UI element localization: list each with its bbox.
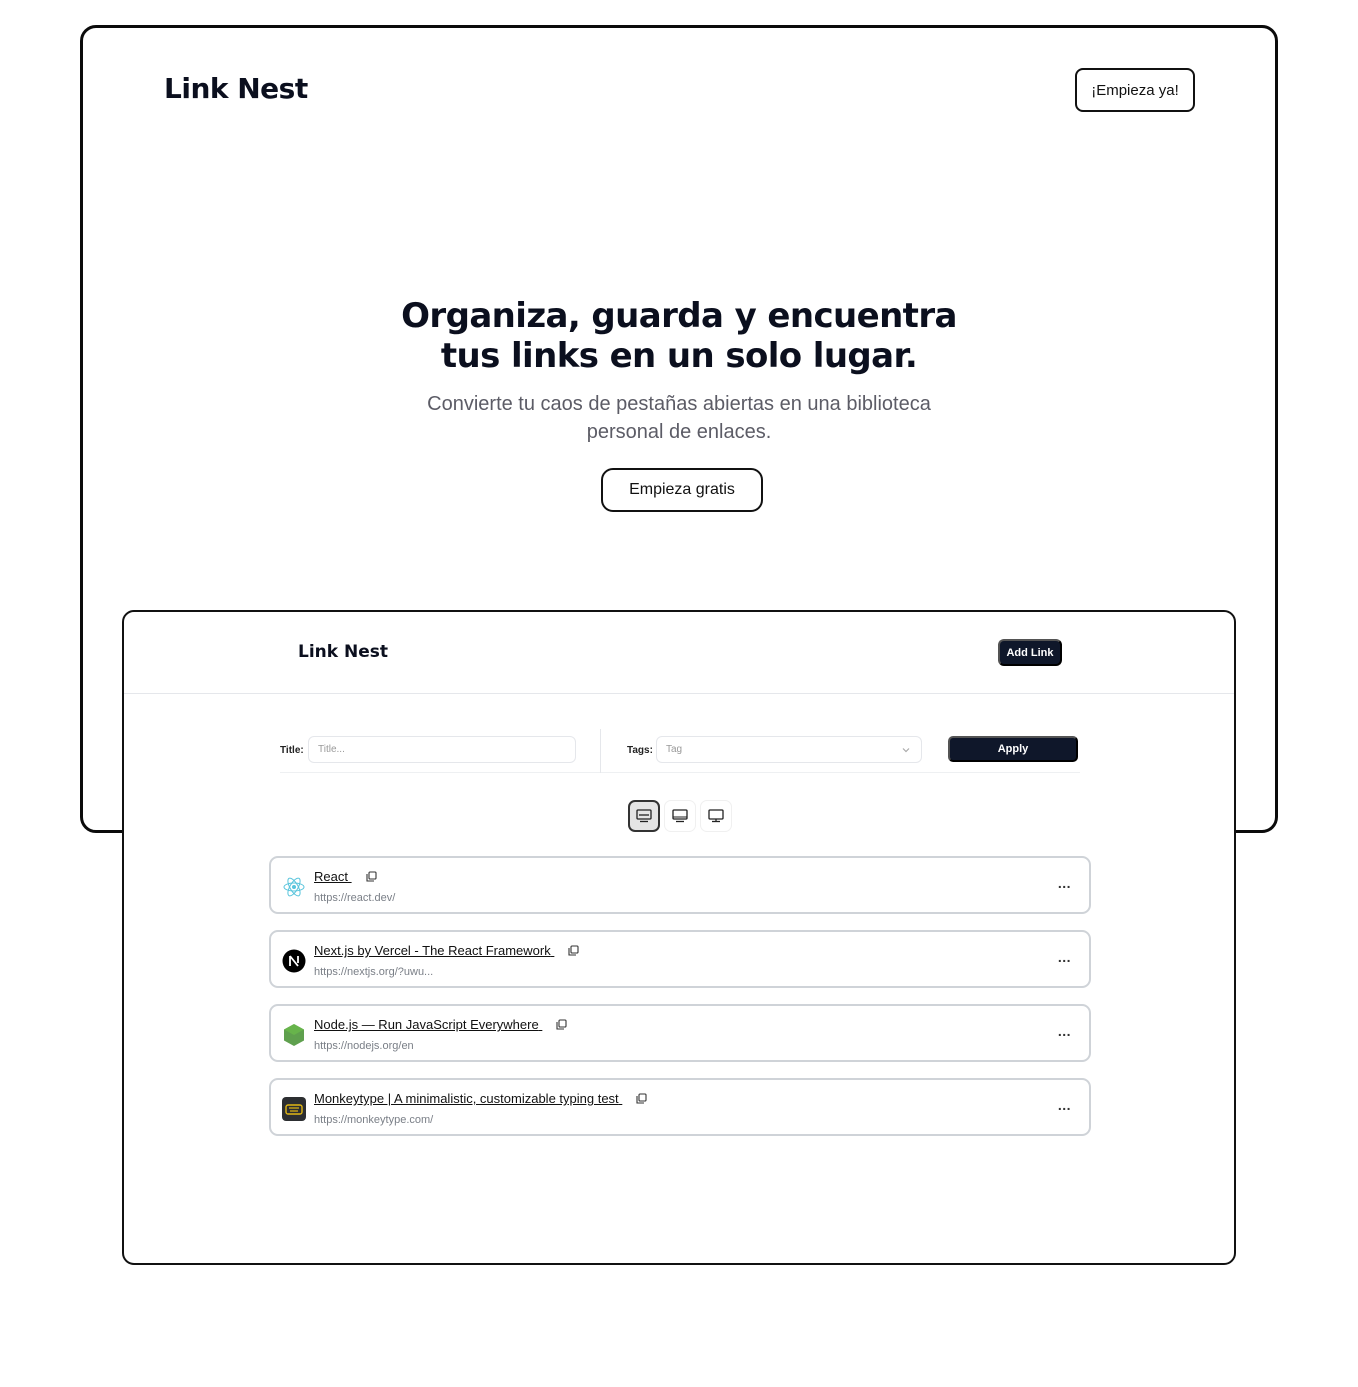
list-view-button[interactable] (628, 800, 660, 832)
hero-subtitle-line1: Convierte tu caos de pestañas abiertas e… (427, 393, 931, 415)
app-logo[interactable]: Link Nest (298, 642, 388, 662)
start-free-button[interactable]: Empieza gratis (601, 468, 763, 512)
nodejs-icon (282, 1023, 306, 1047)
hero-logo[interactable]: Link Nest (164, 72, 308, 105)
link-item-monkeytype[interactable]: Monkeytype | A minimalistic, customizabl… (269, 1078, 1091, 1136)
link-title[interactable]: Monkeytype | A minimalistic, customizabl… (314, 1091, 647, 1106)
copy-icon[interactable] (568, 945, 579, 956)
link-url: https://react.dev/ (314, 892, 396, 904)
link-list: React https://react.dev/ ... Next.js by … (269, 856, 1091, 1152)
hero-title-line1: Organiza, guarda y encuentra (401, 296, 957, 336)
filter-bar: Title: Title... Tags: Tag Apply (280, 729, 1080, 773)
link-title-text[interactable]: React (314, 869, 348, 884)
apply-filters-button[interactable]: Apply (948, 736, 1078, 762)
chevron-down-icon (902, 748, 910, 753)
link-title-text[interactable]: Node.js — Run JavaScript Everywhere (314, 1017, 539, 1032)
grid-view-button[interactable] (664, 800, 696, 832)
copy-icon[interactable] (366, 871, 377, 882)
more-options-button[interactable]: ... (1058, 949, 1071, 965)
title-filter-label: Title: (280, 745, 304, 756)
page: Link Nest ¡Empieza ya! Organiza, guarda … (0, 0, 1358, 1387)
nextjs-icon (282, 949, 306, 973)
link-url: https://monkeytype.com/ (314, 1114, 434, 1126)
more-options-button[interactable]: ... (1058, 875, 1071, 891)
more-options-button[interactable]: ... (1058, 1023, 1071, 1039)
view-mode-toggle (628, 800, 732, 832)
react-icon (282, 875, 306, 899)
tags-filter-select[interactable]: Tag (656, 736, 922, 763)
start-now-button[interactable]: ¡Empieza ya! (1075, 68, 1195, 112)
card-view-icon (708, 809, 724, 823)
link-title[interactable]: Next.js by Vercel - The React Framework (314, 943, 579, 958)
title-filter-input[interactable]: Title... (308, 736, 576, 763)
hero-title-line2: tus links en un solo lugar. (440, 336, 918, 376)
hero-title: Organiza, guarda y encuentra tus links e… (83, 296, 1275, 376)
copy-icon[interactable] (636, 1093, 647, 1104)
grid-view-icon (672, 809, 688, 823)
tags-select-placeholder: Tag (666, 744, 683, 755)
card-view-button[interactable] (700, 800, 732, 832)
hero-subtitle: Convierte tu caos de pestañas abiertas e… (83, 390, 1275, 446)
link-title-text[interactable]: Monkeytype | A minimalistic, customizabl… (314, 1091, 619, 1106)
link-title[interactable]: Node.js — Run JavaScript Everywhere (314, 1017, 567, 1032)
add-link-button[interactable]: Add Link (998, 639, 1062, 666)
link-item-nodejs[interactable]: Node.js — Run JavaScript Everywhere http… (269, 1004, 1091, 1062)
list-view-icon (636, 809, 652, 823)
link-url: https://nextjs.org/?uwu... (314, 966, 434, 978)
more-options-button[interactable]: ... (1058, 1097, 1071, 1113)
filter-divider (600, 729, 601, 773)
link-title[interactable]: React (314, 869, 377, 884)
link-title-text[interactable]: Next.js by Vercel - The React Framework (314, 943, 551, 958)
app-header: Link Nest Add Link (124, 612, 1234, 694)
link-item-react[interactable]: React https://react.dev/ ... (269, 856, 1091, 914)
tags-filter-label: Tags: (627, 745, 653, 756)
link-url: https://nodejs.org/en (314, 1040, 414, 1052)
link-item-nextjs[interactable]: Next.js by Vercel - The React Framework … (269, 930, 1091, 988)
hero-subtitle-line2: personal de enlaces. (586, 421, 772, 443)
copy-icon[interactable] (556, 1019, 567, 1030)
app-preview: Link Nest Add Link Title: Title... Tags:… (122, 610, 1236, 1265)
monkeytype-icon (282, 1097, 306, 1121)
